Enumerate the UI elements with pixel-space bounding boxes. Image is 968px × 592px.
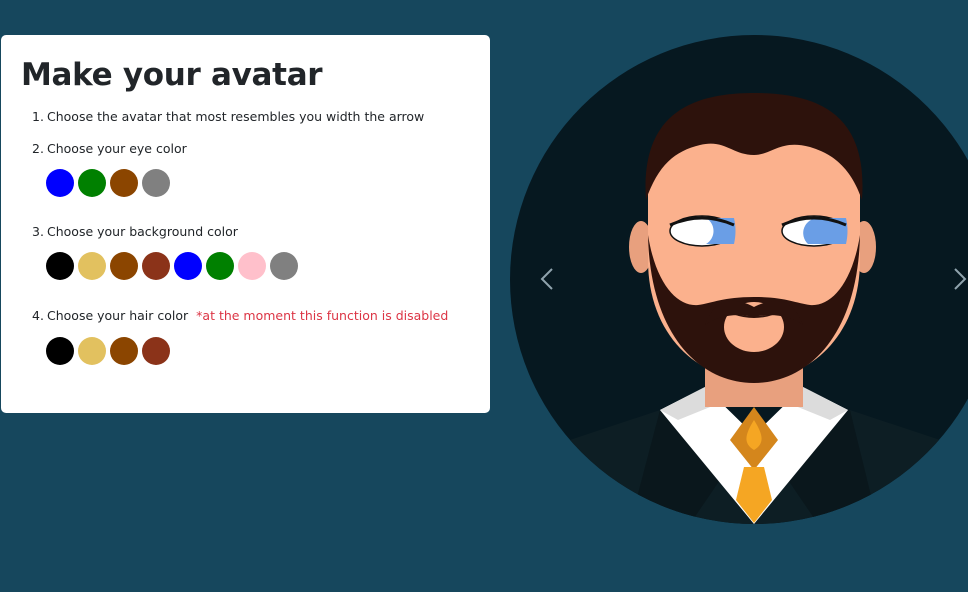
step-eye-color: 2. Choose your eye color [21,141,470,197]
steps-list: 1. Choose the avatar that most resembles … [21,109,470,365]
step-number: 1. [32,109,44,124]
background-color-swatch[interactable] [270,252,298,280]
eye-color-swatch[interactable] [46,169,74,197]
hair-color-swatch[interactable] [110,337,138,365]
step-label: Choose your eye color [47,141,187,156]
background-color-swatch[interactable] [142,252,170,280]
hair-color-swatch[interactable] [78,337,106,365]
background-color-swatch[interactable] [78,252,106,280]
step-number: 2. [32,141,44,156]
avatar-illustration [510,93,968,524]
step-label: Choose your background color [47,224,238,239]
background-color-swatch[interactable] [206,252,234,280]
previous-avatar-button[interactable] [537,262,557,296]
chevron-left-icon [540,268,553,290]
step-label: Choose the avatar that most resembles yo… [47,109,425,124]
eye-color-swatch[interactable] [142,169,170,197]
step-label: Choose your hair color [47,308,189,323]
hair-color-swatches [21,337,470,365]
hair-color-swatch[interactable] [142,337,170,365]
eye-color-swatches [21,169,470,197]
step-choose-avatar: 1. Choose the avatar that most resembles … [21,109,470,125]
eye-color-swatch[interactable] [110,169,138,197]
step-number: 3. [32,224,44,239]
background-color-swatches [21,252,470,280]
disabled-note: *at the moment this function is disabled [196,308,449,323]
step-hair-color: 4. Choose your hair color *at the moment t… [21,308,470,365]
eye-color-swatch[interactable] [78,169,106,197]
chevron-right-icon [954,268,967,290]
background-color-swatch[interactable] [238,252,266,280]
background-color-swatch[interactable] [174,252,202,280]
page: Make your avatar 1. Choose the avatar tha… [0,0,968,592]
step-number: 4. [32,308,44,323]
avatar-preview [510,35,968,524]
background-color-swatch[interactable] [46,252,74,280]
next-avatar-button[interactable] [950,262,968,296]
step-background-color: 3. Choose your background color [21,224,470,280]
avatar-options-panel: Make your avatar 1. Choose the avatar tha… [1,35,490,413]
background-color-swatch[interactable] [110,252,138,280]
page-title: Make your avatar [21,57,323,93]
hair-color-swatch[interactable] [46,337,74,365]
